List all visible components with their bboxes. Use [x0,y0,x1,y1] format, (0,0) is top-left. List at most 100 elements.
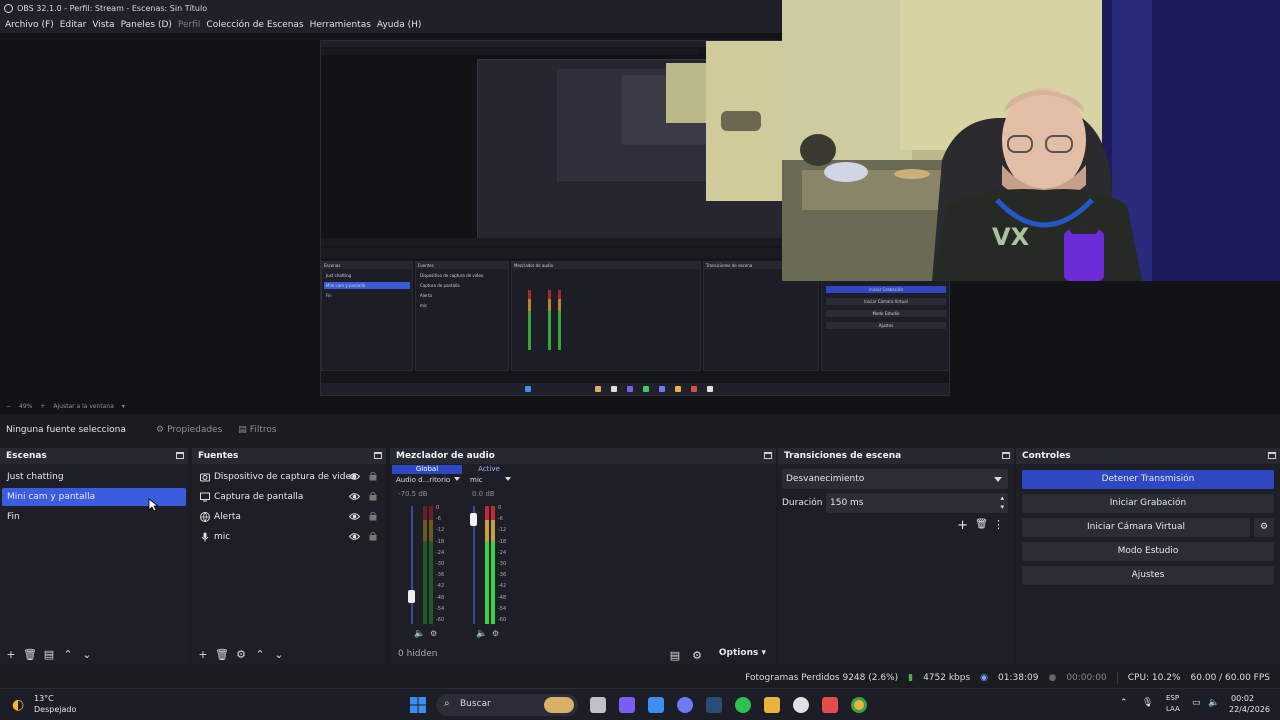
windows-start-icon[interactable] [410,697,426,713]
menu-archivo[interactable]: Archivo (F) [2,20,57,30]
vu-meter [423,506,427,624]
menu-editar[interactable]: Editar [57,20,90,30]
whatsapp-icon[interactable] [735,697,751,713]
tab-active[interactable]: Active [464,465,514,474]
gear-icon[interactable]: ⚙ [430,629,437,638]
transitions-dock: Transiciones de escena Desvanecimiento D… [778,448,1014,664]
eye-icon[interactable] [349,492,360,501]
eye-icon[interactable] [349,512,360,521]
chevron-up-icon[interactable]: ⌃ [1120,698,1128,708]
layout-icon[interactable]: ▤ [668,648,682,662]
file-explorer-icon[interactable] [764,697,780,713]
studio-mode-button[interactable]: Modo Estudio [1022,542,1274,561]
filter-icon: ▤ [238,425,247,435]
menu-vista[interactable]: Vista [89,20,117,30]
move-up-button[interactable]: ⌃ [253,647,267,661]
link-icon[interactable]: ⚙ [690,648,704,662]
discord-icon[interactable] [677,697,693,713]
undock-icon[interactable] [374,452,382,459]
chrome-icon[interactable] [851,697,867,713]
filters-button[interactable]: ▤ Filtros [232,423,282,437]
microphone-icon[interactable]: 🎙 [1142,698,1153,708]
trash-icon[interactable]: 🗑 [23,647,37,661]
speaker-icon[interactable]: 🔈 [476,629,487,639]
trash-icon[interactable]: 🗑 [215,647,229,661]
properties-button[interactable]: ⚙ Propiedades [150,423,228,437]
taskbar-search[interactable]: ⌕ Buscar [436,694,578,716]
chevron-down-icon[interactable]: ▾ [122,403,125,410]
eye-icon[interactable] [349,472,360,481]
steam-icon[interactable] [706,697,722,713]
start-virtual-camera-button[interactable]: Iniciar Cámara Virtual [1022,518,1250,537]
scene-item[interactable]: Fin [2,508,186,526]
source-item[interactable]: Captura de pantalla [194,488,384,506]
source-item[interactable]: Alerta [194,508,384,526]
add-source-button[interactable]: + [196,647,210,661]
undock-icon[interactable] [1268,452,1276,459]
copilot-icon[interactable] [619,697,635,713]
weather-icon[interactable]: ◐ [12,697,24,713]
gear-icon[interactable]: ⚙ [234,647,248,661]
spinner-icon[interactable]: ▴ ▾ [1000,494,1004,512]
virtual-camera-settings-button[interactable]: ⚙ [1254,518,1274,537]
tab-global[interactable]: Global [392,465,462,474]
move-up-button[interactable]: ⌃ [61,647,75,661]
db-tick-label: -12 [498,527,507,534]
task-view-icon[interactable] [590,697,606,713]
record-icon: ● [1048,673,1057,683]
duration-spinbox[interactable]: 150 ms ▴ ▾ [826,493,1008,513]
brave-icon[interactable] [822,697,838,713]
lock-icon[interactable] [369,491,377,501]
monitor-icon[interactable]: ▭ [1192,698,1201,708]
lock-icon[interactable] [369,471,377,481]
menu-ayuda[interactable]: Ayuda (H) [374,20,424,30]
filter-icon[interactable]: ▤ [42,647,56,661]
undock-icon[interactable] [176,452,184,459]
lock-icon[interactable] [369,511,377,521]
properties-label: Propiedades [167,425,223,435]
undock-icon[interactable] [1002,452,1010,459]
keyboard-layout[interactable]: LAA [1166,705,1180,713]
source-item[interactable]: Dispositivo de captura de video [194,468,384,486]
gear-icon[interactable]: ⚙ [492,629,499,638]
db-tick-label: -18 [498,538,507,545]
weather-desc[interactable]: Despejado [34,705,76,714]
menu-coleccion-escenas[interactable]: Colección de Escenas [203,20,306,30]
chevron-down-icon[interactable] [505,477,511,481]
chevron-down-icon[interactable] [454,477,460,481]
obs-taskbar-icon[interactable] [793,697,809,713]
volume-fader[interactable] [408,590,415,603]
trash-icon[interactable]: 🗑 [975,519,988,530]
lock-icon[interactable] [369,531,377,541]
move-down-button[interactable]: ⌄ [80,647,94,661]
settings-button[interactable]: Ajustes [1022,566,1274,585]
source-item[interactable]: mic [194,528,384,546]
clock-time[interactable]: 00:02 [1231,694,1254,703]
weather-temp[interactable]: 13°C [34,694,54,703]
notepad-icon[interactable] [648,697,664,713]
scene-item[interactable]: Just chatting [2,468,186,486]
fit-window-button[interactable]: Ajustar a la ventana [53,403,114,410]
volume-icon[interactable]: 🔈 [1208,698,1219,708]
menu-paneles[interactable]: Paneles (D) [118,20,175,30]
volume-fader[interactable] [470,513,477,527]
stop-stream-button[interactable]: Detener Transmisión [1022,470,1274,489]
start-recording-button[interactable]: Iniciar Grabación [1022,494,1274,513]
menu-perfil[interactable]: Perfil [175,20,204,30]
options-button[interactable]: Options ▾ [719,648,766,658]
clock-date[interactable]: 22/4/2026 [1229,705,1270,714]
zoom-in-button[interactable]: + [40,403,45,410]
more-menu-icon[interactable]: ⋮ [993,518,1004,531]
add-transition-button[interactable]: + [957,518,968,533]
db-tick-label: -48 [498,594,507,601]
language-indicator[interactable]: ESP [1166,694,1179,702]
speaker-icon[interactable]: 🔈 [414,629,425,639]
move-down-button[interactable]: ⌄ [272,647,286,661]
eye-icon[interactable] [349,532,360,541]
zoom-out-button[interactable]: − [6,403,11,410]
menu-herramientas[interactable]: Herramientas [307,20,374,30]
transition-select[interactable]: Desvanecimiento [782,469,1008,489]
scene-item-selected[interactable]: Mini cam y pantalla [2,488,186,506]
add-scene-button[interactable]: + [4,647,18,661]
undock-icon[interactable] [764,452,772,459]
